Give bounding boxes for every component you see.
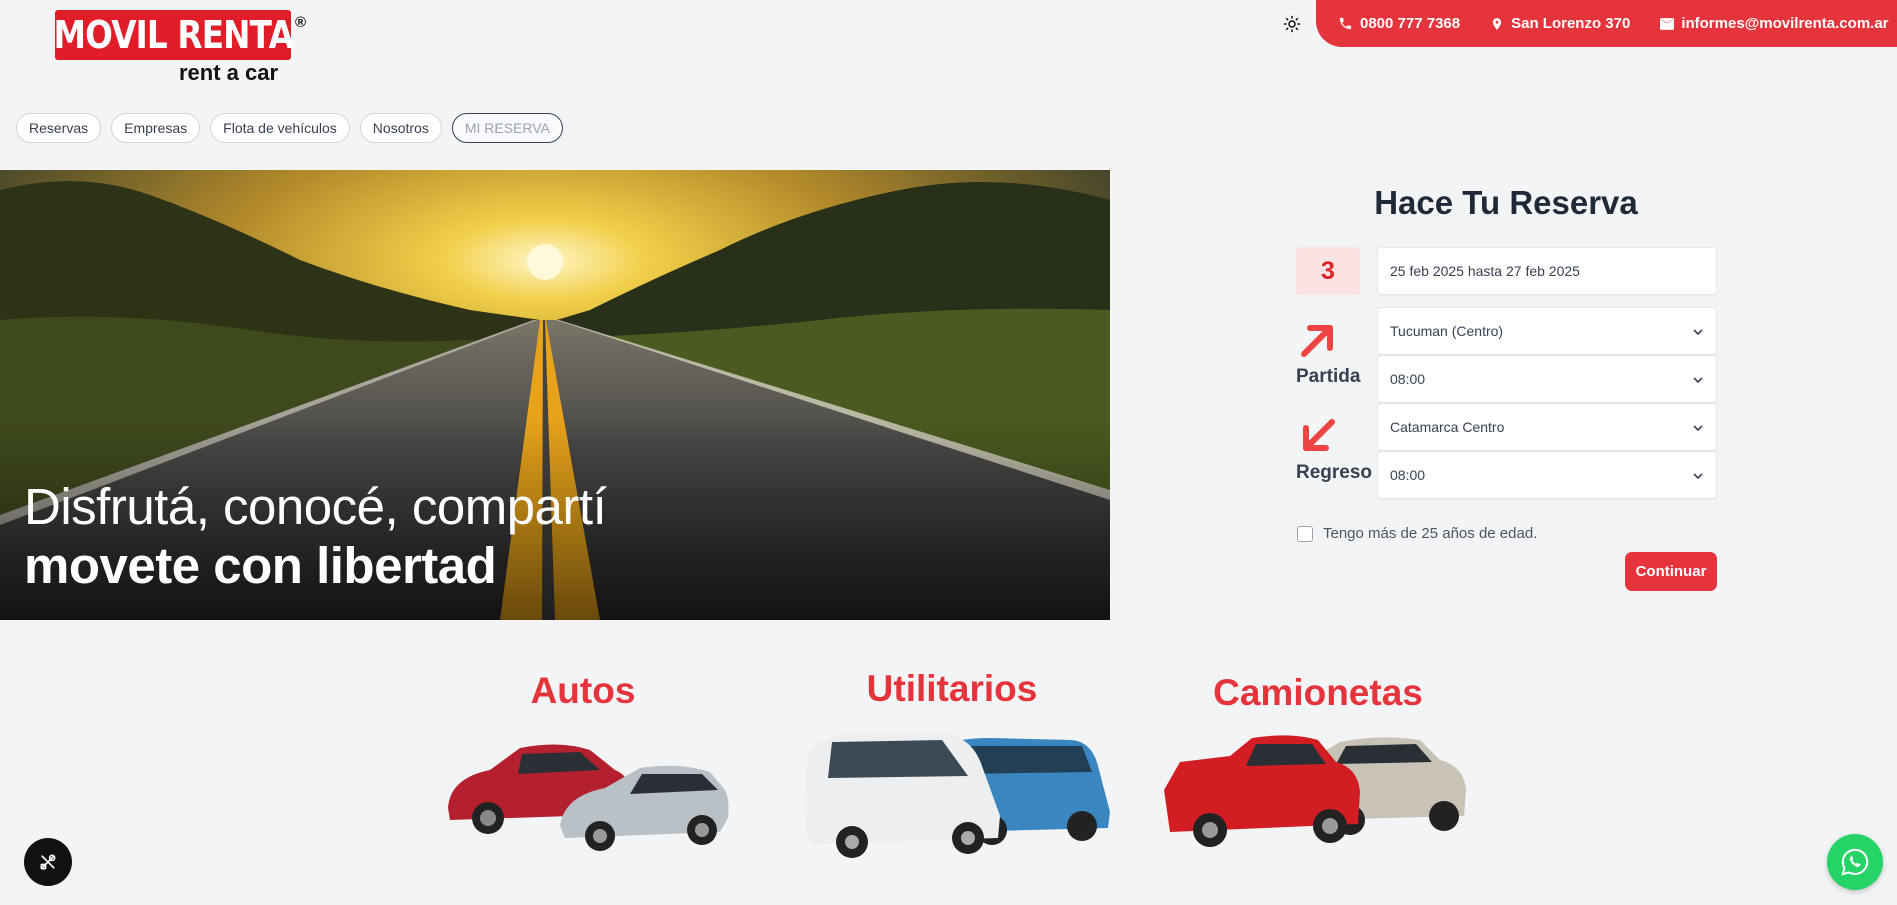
chevron-down-icon — [1693, 377, 1703, 384]
date-range-value: 25 feb 2025 hasta 27 feb 2025 — [1390, 263, 1580, 279]
return-location-select[interactable]: Catamarca Centro — [1377, 403, 1717, 451]
phone-icon — [1339, 17, 1352, 30]
whatsapp-button[interactable] — [1827, 834, 1883, 890]
return-time-value: 08:00 — [1390, 467, 1426, 483]
departure-time-value: 08:00 — [1390, 371, 1426, 387]
contact-email[interactable]: informes@movilrenta.com.ar — [1660, 15, 1889, 32]
category-title: Utilitarios — [866, 668, 1038, 709]
nav-empresas[interactable]: Empresas — [111, 113, 201, 143]
continue-button[interactable]: Continuar — [1625, 552, 1717, 591]
nav-flota[interactable]: Flota de vehículos — [210, 113, 350, 143]
logo-registered-mark: ® — [295, 14, 307, 31]
contact-address-text: San Lorenzo 370 — [1511, 15, 1631, 32]
mail-icon — [1660, 17, 1675, 30]
age-confirmation[interactable]: Tengo más de 25 años de edad. — [1297, 525, 1537, 542]
date-range-input[interactable]: 25 feb 2025 hasta 27 feb 2025 — [1377, 247, 1717, 295]
category-camionetas[interactable]: Camionetas — [1160, 672, 1476, 865]
age-checkbox-label: Tengo más de 25 años de edad. — [1323, 525, 1538, 542]
whatsapp-icon — [1841, 848, 1869, 876]
theme-toggle-button[interactable] — [1280, 12, 1304, 36]
return-label: Regreso — [1296, 462, 1373, 483]
nav-mi-reserva[interactable]: MI RESERVA — [451, 113, 563, 143]
cars-image — [448, 744, 729, 851]
pickups-image — [1164, 735, 1466, 847]
chevron-down-icon — [1693, 473, 1703, 480]
location-pin-icon — [1493, 17, 1502, 30]
contact-address[interactable]: San Lorenzo 370 — [1490, 15, 1630, 32]
logo-text: MOVIL RENTA — [53, 13, 293, 57]
brand-logo[interactable]: MOVIL RENTA ® rent a car — [53, 10, 315, 85]
logo-badge: MOVIL RENTA — [53, 10, 294, 60]
arrow-up-right-icon — [1301, 325, 1333, 357]
age-checkbox[interactable] — [1297, 525, 1313, 542]
accessibility-tools-button[interactable] — [24, 838, 72, 886]
arrow-down-left-icon — [1303, 419, 1335, 451]
reservation-title: Hace Tu Reserva — [1374, 184, 1638, 221]
return-location-value: Catamarca Centro — [1390, 419, 1505, 435]
contact-phone-text: 0800 777 7368 — [1360, 15, 1461, 32]
departure-time-select[interactable]: 08:00 — [1377, 355, 1717, 403]
departure-location-value: Tucuman (Centro) — [1390, 323, 1504, 339]
tools-icon — [40, 854, 56, 870]
contact-bar: 0800 777 7368 San Lorenzo 370 informes@m… — [1316, 0, 1897, 47]
return-time-select[interactable]: 08:00 — [1377, 451, 1717, 499]
chevron-down-icon — [1693, 329, 1703, 336]
logo-subtitle: rent a car — [179, 60, 279, 85]
category-title: Autos — [530, 670, 636, 711]
rental-days-badge: 3 — [1296, 247, 1360, 295]
category-title: Camionetas — [1213, 672, 1423, 713]
nav-reservas[interactable]: Reservas — [16, 113, 102, 143]
hero-banner: Disfrutá, conocé, compartí movete con li… — [0, 170, 1110, 620]
vans-image — [804, 734, 1110, 858]
category-autos[interactable]: Autos — [430, 670, 736, 863]
contact-phone[interactable]: 0800 777 7368 — [1338, 15, 1460, 32]
chevron-down-icon — [1693, 425, 1703, 432]
sun-icon — [1283, 15, 1301, 33]
category-utilitarios[interactable]: Utilitarios — [792, 668, 1112, 871]
contact-email-text: informes@movilrenta.com.ar — [1681, 15, 1889, 32]
departure-label: Partida — [1296, 366, 1361, 387]
hero-headline: movete con libertad — [24, 537, 497, 594]
nav-nosotros[interactable]: Nosotros — [359, 113, 442, 143]
hero-tagline: Disfrutá, conocé, compartí — [24, 478, 607, 535]
departure-location-select[interactable]: Tucuman (Centro) — [1377, 307, 1717, 355]
main-nav: Reservas Empresas Flota de vehículos Nos… — [16, 113, 563, 143]
